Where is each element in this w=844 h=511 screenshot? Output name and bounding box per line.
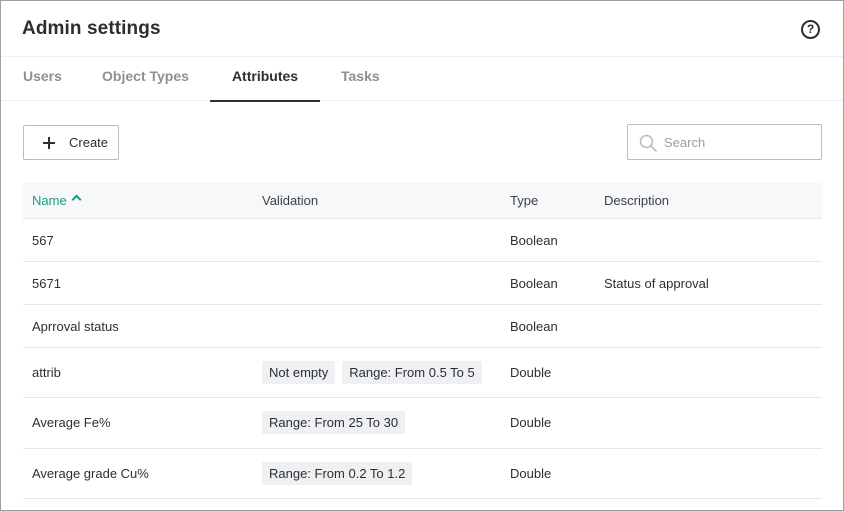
admin-settings-window: Admin settings ? Users Object Types Attr… [0, 0, 844, 511]
validation-tag: Range: From 25 To 30 [262, 411, 406, 434]
table-row[interactable]: Average Fe% Range: From 25 To 30 Double [23, 398, 822, 449]
column-header-name[interactable]: Name [32, 193, 82, 208]
tab-object-types[interactable]: Object Types [102, 57, 189, 101]
page-title: Admin settings [22, 18, 161, 39]
cell-type: Boolean [510, 233, 558, 248]
cell-name: attrib [32, 365, 61, 380]
cell-name: Aprroval status [32, 319, 119, 334]
search-box[interactable] [627, 124, 822, 160]
attributes-table: Name Validation Type Description 567 Boo… [23, 183, 822, 499]
help-icon[interactable]: ? [801, 20, 820, 39]
create-button-label: Create [69, 135, 109, 150]
cell-type: Boolean [510, 276, 558, 291]
search-input[interactable] [664, 125, 814, 159]
cell-type: Double [510, 365, 552, 380]
cell-name: 567 [32, 233, 54, 248]
tab-users[interactable]: Users [23, 57, 62, 101]
cell-name: 5671 [32, 276, 61, 291]
cell-validation: Range: From 25 To 30 [262, 411, 412, 434]
cell-name: Average Fe% [32, 415, 111, 430]
column-header-type[interactable]: Type [510, 193, 538, 208]
column-header-validation[interactable]: Validation [262, 193, 318, 208]
create-button[interactable]: Create [23, 125, 119, 160]
cell-name: Average grade Cu% [32, 466, 149, 481]
plus-icon [43, 136, 55, 149]
tab-tasks[interactable]: Tasks [341, 57, 380, 101]
cell-validation: Range: From 0.2 To 1.2 [262, 462, 419, 485]
table-header: Name Validation Type Description [23, 183, 822, 219]
cell-type: Double [510, 415, 552, 430]
table-row[interactable]: attrib Not empty Range: From 0.5 To 5 Dou… [23, 348, 822, 398]
table-row[interactable]: Average grade Cu% Range: From 0.2 To 1.2… [23, 449, 822, 499]
search-icon [639, 134, 657, 152]
tab-attributes[interactable]: Attributes [210, 57, 320, 102]
validation-tag: Range: From 0.2 To 1.2 [262, 462, 413, 485]
validation-tag: Range: From 0.5 To 5 [342, 361, 482, 384]
table-row[interactable]: Aprroval status Boolean [23, 305, 822, 348]
table-row[interactable]: 5671 Boolean Status of approval [23, 262, 822, 305]
cell-description: Status of approval [604, 276, 709, 291]
sort-ascending-icon [71, 194, 82, 205]
header: Admin settings ? [1, 1, 843, 57]
validation-tag: Not empty [262, 361, 336, 384]
cell-type: Double [510, 466, 552, 481]
column-header-description[interactable]: Description [604, 193, 669, 208]
cell-validation: Not empty Range: From 0.5 To 5 [262, 361, 489, 384]
tab-bar: Users Object Types Attributes Tasks [1, 57, 843, 102]
column-header-name-label: Name [32, 193, 67, 208]
cell-type: Boolean [510, 319, 558, 334]
table-row[interactable]: 567 Boolean [23, 219, 822, 262]
